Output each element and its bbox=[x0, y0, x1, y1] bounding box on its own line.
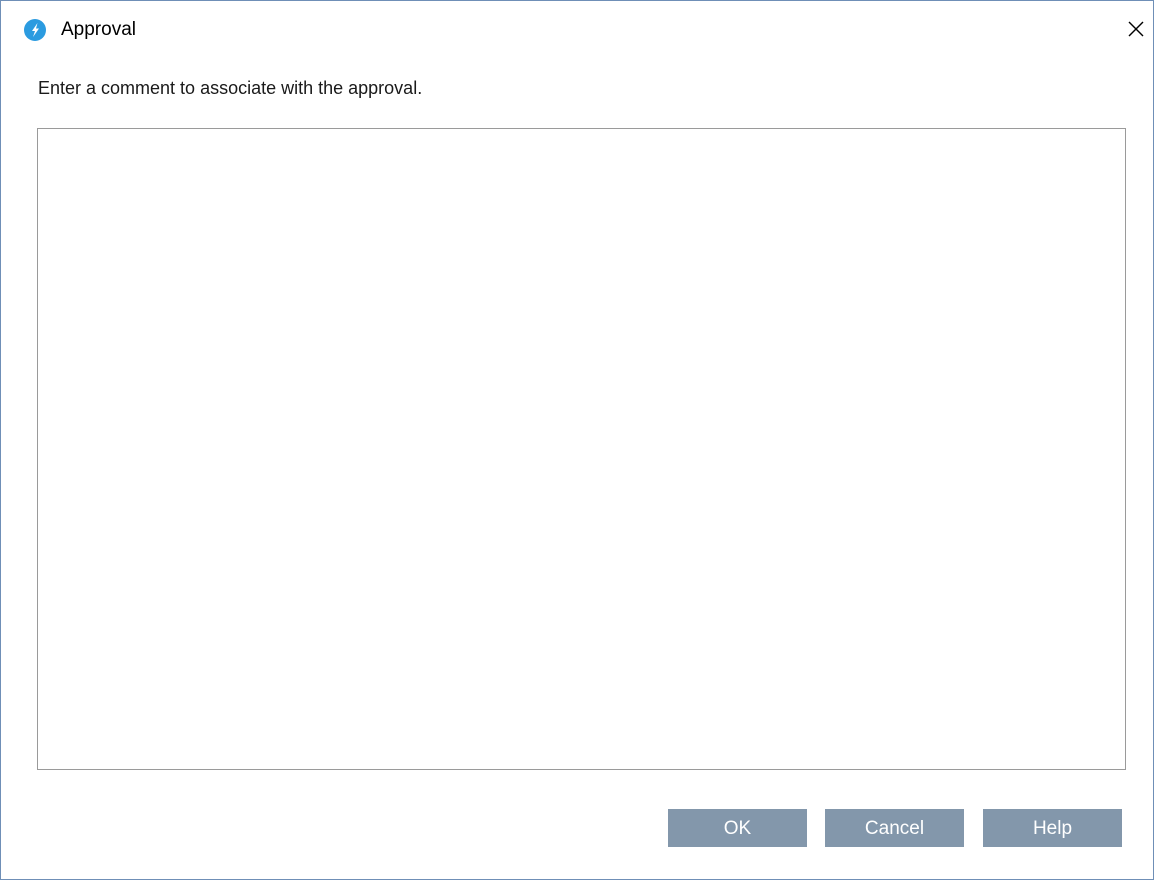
comment-textarea[interactable] bbox=[37, 128, 1126, 770]
close-button[interactable] bbox=[1119, 11, 1153, 47]
close-icon bbox=[1128, 21, 1144, 37]
cancel-button[interactable]: Cancel bbox=[825, 809, 964, 847]
approval-dialog: Approval Enter a comment to associate wi… bbox=[0, 0, 1154, 880]
window-title: Approval bbox=[61, 19, 136, 40]
help-button[interactable]: Help bbox=[983, 809, 1122, 847]
comment-prompt-label: Enter a comment to associate with the ap… bbox=[38, 78, 423, 98]
ok-button[interactable]: OK bbox=[668, 809, 807, 847]
title-bar[interactable]: Approval bbox=[1, 1, 1153, 59]
app-logo-icon bbox=[24, 19, 46, 41]
